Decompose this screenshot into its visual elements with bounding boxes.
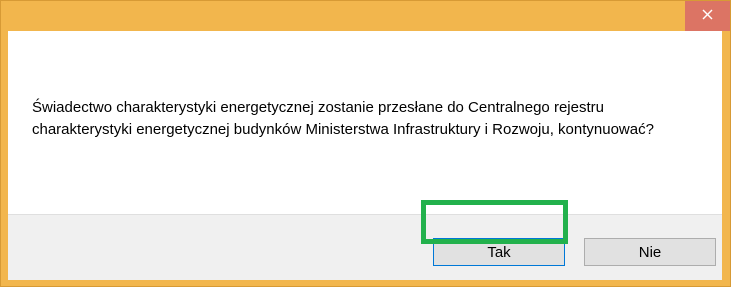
title-bar[interactable]: [1, 1, 730, 31]
dialog-content: Świadectwo charakterystyki energetycznej…: [8, 31, 722, 280]
button-bar: Tak Nie: [8, 214, 722, 280]
dialog-message: Świadectwo charakterystyki energetycznej…: [32, 99, 654, 138]
close-icon: [702, 7, 713, 25]
dialog-window: Świadectwo charakterystyki energetycznej…: [0, 0, 731, 287]
no-button[interactable]: Nie: [584, 238, 716, 266]
close-button[interactable]: [685, 1, 730, 31]
yes-button[interactable]: Tak: [433, 238, 565, 266]
